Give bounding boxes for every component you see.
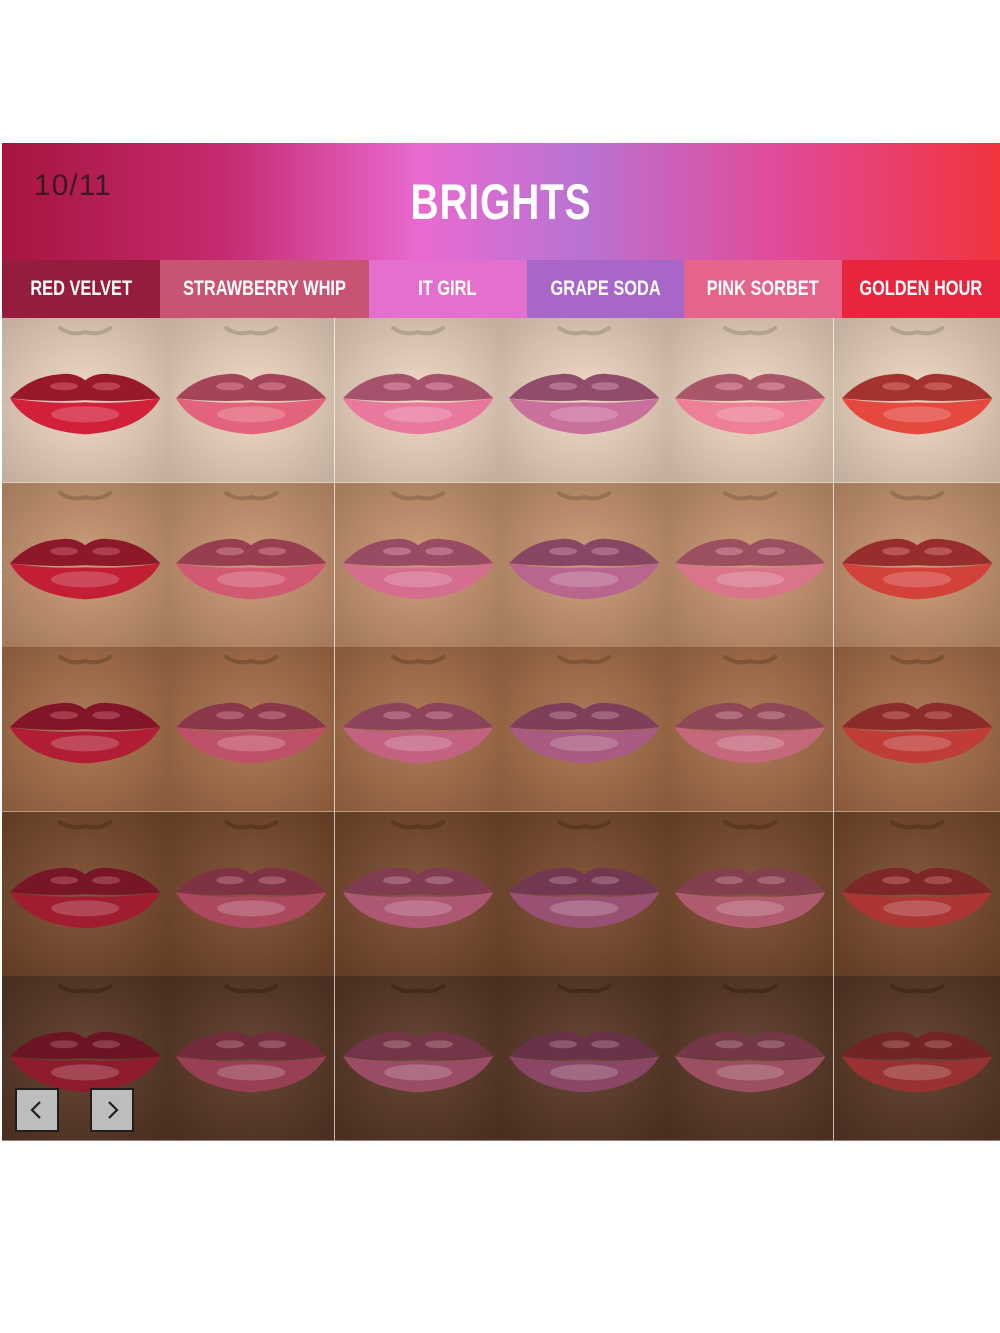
lip-swatch — [667, 647, 834, 812]
lip-swatch — [833, 647, 1000, 812]
lip-swatch — [168, 976, 335, 1141]
lip-swatch — [500, 647, 668, 812]
shade-label-it-girl: IT GIRL — [368, 260, 527, 318]
lip-swatch — [168, 482, 335, 648]
lip-swatch — [667, 482, 834, 648]
product-image-gallery: 10/11 BRIGHTS RED VELVET STRAWBERRY WHIP… — [2, 143, 1000, 1141]
lip-swatch — [833, 811, 1000, 977]
lip-swatch — [500, 811, 668, 977]
lip-swatch — [2, 482, 169, 648]
previous-image-button[interactable] — [15, 1088, 59, 1132]
image-counter: 10/11 — [34, 169, 112, 202]
lip-swatch — [667, 976, 834, 1141]
lip-swatch — [168, 811, 335, 977]
lip-swatch-grid — [2, 318, 1000, 1141]
collection-title: BRIGHTS — [410, 174, 592, 230]
next-image-button[interactable] — [90, 1088, 134, 1132]
lip-swatch — [667, 318, 834, 483]
collection-banner: 10/11 BRIGHTS — [2, 143, 1000, 260]
shade-label-strawberry-whip: STRAWBERRY WHIP — [159, 260, 369, 318]
shade-label-pink-sorbet: PINK SORBET — [684, 260, 843, 318]
lip-swatch — [500, 318, 668, 483]
lip-swatch — [334, 318, 501, 483]
lip-swatch — [833, 482, 1000, 648]
lip-swatch — [168, 647, 335, 812]
lip-swatch — [667, 811, 834, 977]
lip-swatch — [500, 976, 668, 1141]
lip-swatch — [833, 318, 1000, 483]
lip-swatch — [2, 318, 169, 483]
shade-label-grape-soda: GRAPE SODA — [526, 260, 685, 318]
lip-swatch — [833, 976, 1000, 1141]
lip-swatch — [334, 647, 501, 812]
lip-swatch — [500, 482, 668, 648]
lip-swatch — [334, 811, 501, 977]
lip-swatch — [2, 647, 169, 812]
chevron-right-icon — [108, 1101, 119, 1119]
shade-label-row: RED VELVET STRAWBERRY WHIP IT GIRL GRAPE… — [2, 260, 1000, 318]
shade-label-red-velvet: RED VELVET — [2, 260, 160, 318]
chevron-left-icon — [30, 1101, 41, 1119]
lip-swatch — [334, 482, 501, 648]
lip-swatch — [168, 318, 335, 483]
lip-swatch — [334, 976, 501, 1141]
shade-label-golden-hour: GOLDEN HOUR — [842, 260, 1000, 318]
lip-swatch — [2, 811, 169, 977]
